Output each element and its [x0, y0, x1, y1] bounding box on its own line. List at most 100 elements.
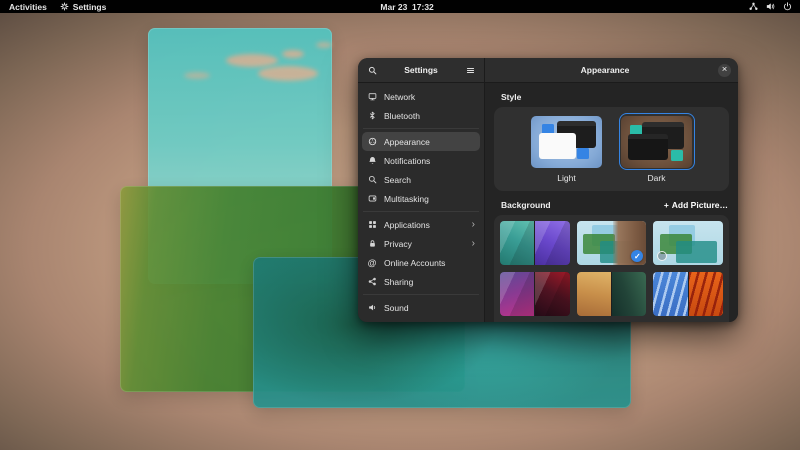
cloud-shape — [258, 66, 318, 81]
app-grid-icon — [367, 220, 377, 229]
sidebar-item-label: Sharing — [384, 277, 413, 287]
app-menu-button[interactable]: Settings — [60, 2, 107, 12]
sidebar-item-label: Privacy — [384, 239, 412, 249]
sidebar-item-network[interactable]: Network — [362, 87, 480, 106]
sidebar-item-multitasking[interactable]: Multitasking — [362, 189, 480, 208]
power-icon — [783, 2, 792, 11]
multitasking-icon — [367, 194, 377, 203]
wallpaper-variant-left — [653, 272, 687, 316]
main-headerbar: Appearance × — [485, 58, 738, 83]
activities-label: Activities — [9, 2, 47, 12]
sidebar-item-label: Multitasking — [384, 194, 429, 204]
background-heading: Background — [501, 200, 551, 210]
clock-button[interactable]: Mar 23 17:32 — [366, 0, 434, 22]
share-icon — [367, 277, 377, 286]
sidebar-item-privacy[interactable]: Privacy › — [362, 234, 480, 253]
sidebar-item-power[interactable]: Power — [362, 317, 480, 322]
wallpaper-variant-left — [577, 272, 611, 316]
light-style-preview — [531, 116, 602, 168]
gear-icon — [60, 2, 69, 11]
appearance-icon — [367, 137, 377, 146]
add-picture-label: Add Picture… — [672, 200, 728, 210]
sidebar-item-applications[interactable]: Applications › — [362, 215, 480, 234]
appearance-panel: Style Light — [485, 83, 738, 322]
wallpaper-variant-right — [535, 272, 569, 316]
add-picture-button[interactable]: + Add Picture… — [664, 200, 728, 210]
sidebar-separator — [363, 294, 479, 295]
clock-label: Mar 23 17:32 — [380, 2, 433, 12]
chevron-right-icon: › — [472, 220, 475, 230]
sidebar-item-label: Network — [384, 92, 415, 102]
sidebar-item-search[interactable]: Search — [362, 170, 480, 189]
cloud-shape — [316, 42, 332, 48]
search-icon — [368, 66, 377, 75]
wallpaper-thumbnail-teal-purple[interactable] — [500, 221, 570, 265]
search-button[interactable] — [365, 63, 379, 77]
variants-badge-icon — [657, 251, 667, 261]
sidebar-item-label: Notifications — [384, 156, 430, 166]
volume-icon — [766, 2, 775, 11]
sidebar-item-bluetooth[interactable]: Bluetooth — [362, 106, 480, 125]
bell-icon — [367, 156, 377, 165]
monitor-icon — [367, 92, 377, 101]
network-wired-icon — [749, 2, 758, 11]
preview-window-front — [539, 133, 576, 159]
wallpaper-thumbnail-blue-orange[interactable] — [653, 272, 723, 316]
top-bar: Activities Settings Mar 23 17:32 — [0, 0, 800, 13]
background-header: Background + Add Picture… — [501, 200, 728, 210]
hamburger-icon — [466, 66, 475, 75]
sidebar-item-label: Applications — [384, 220, 430, 230]
style-option-light[interactable]: Light — [529, 113, 605, 191]
main-menu-button[interactable] — [463, 63, 477, 77]
activities-button[interactable]: Activities — [9, 2, 47, 12]
sidebar-item-online-accounts[interactable]: @ Online Accounts — [362, 253, 480, 272]
sidebar-item-label: Appearance — [384, 137, 430, 147]
wallpaper-variant-left — [500, 272, 534, 316]
wallpaper-grid: ✓ — [494, 215, 729, 322]
style-option-dark[interactable]: Dark — [619, 113, 695, 191]
style-card: Light Dark — [494, 107, 729, 191]
wallpaper-thumbnail-blobs-light[interactable] — [653, 221, 723, 265]
close-icon: × — [722, 65, 728, 75]
style-option-label: Light — [557, 173, 575, 183]
wallpaper-thumbnail-amber-forest[interactable] — [577, 272, 647, 316]
sidebar-separator — [363, 128, 479, 129]
wallpaper-variant-right — [612, 272, 646, 316]
bluetooth-icon — [367, 111, 377, 120]
check-icon: ✓ — [634, 252, 641, 261]
cloud-shape — [226, 54, 278, 67]
close-button[interactable]: × — [718, 64, 731, 77]
search-icon — [367, 175, 377, 184]
headerbar[interactable]: Settings Appearance × — [358, 58, 738, 83]
wallpaper-variant-right — [689, 272, 723, 316]
settings-window: Settings Appearance × — [358, 58, 738, 322]
sidebar-item-appearance[interactable]: Appearance — [362, 132, 480, 151]
sidebar-item-label: Search — [384, 175, 411, 185]
sidebar-item-sound[interactable]: Sound — [362, 298, 480, 317]
wallpaper-thumbnail-magenta-crimson[interactable] — [500, 272, 570, 316]
style-heading: Style — [501, 92, 729, 102]
cloud-shape — [282, 50, 304, 58]
wallpaper-variant-right — [535, 221, 569, 265]
dark-style-preview — [621, 116, 692, 168]
sidebar-separator — [363, 211, 479, 212]
wallpaper-thumbnail-blobs-selected[interactable]: ✓ — [577, 221, 647, 265]
style-option-label: Dark — [648, 173, 666, 183]
plus-icon: + — [664, 200, 669, 210]
sidebar-item-notifications[interactable]: Notifications — [362, 151, 480, 170]
sidebar-item-label: Sound — [384, 303, 409, 313]
cloud-shape — [184, 72, 210, 79]
accent-square — [577, 148, 589, 159]
sidebar-item-sharing[interactable]: Sharing — [362, 272, 480, 291]
preview-window-front — [628, 134, 668, 160]
chevron-right-icon: › — [472, 239, 475, 249]
sidebar-item-label: Power — [384, 322, 408, 323]
panel-title: Appearance — [492, 65, 718, 75]
wallpaper-variant-left — [500, 221, 534, 265]
system-status-area[interactable] — [749, 2, 800, 11]
speaker-icon — [367, 303, 377, 312]
settings-sidebar: Network Bluetooth — [358, 83, 485, 322]
sidebar-item-label: Bluetooth — [384, 111, 420, 121]
blob-shape — [676, 241, 716, 263]
style-thumb-frame — [529, 113, 605, 170]
